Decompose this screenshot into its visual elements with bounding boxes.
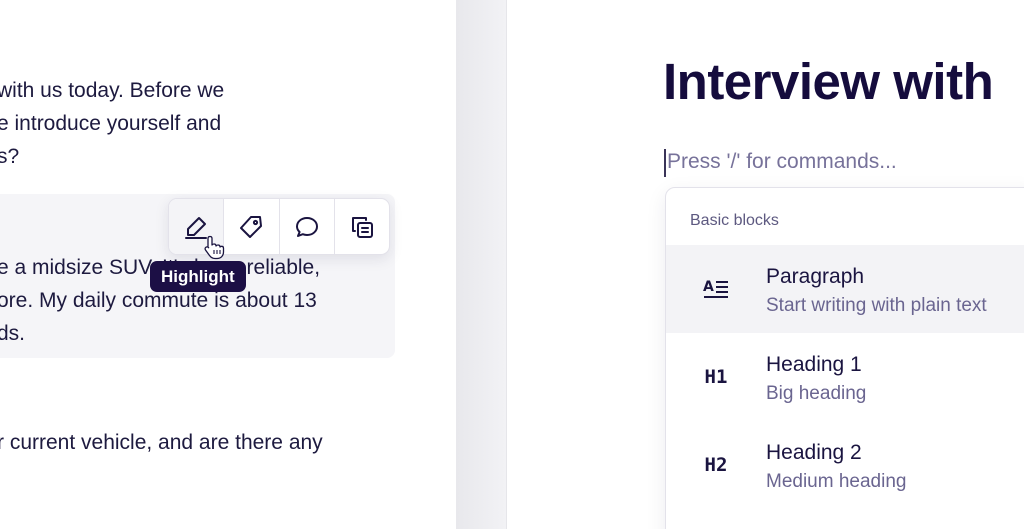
text-line: with us today. Before we [0,79,225,102]
comment-button[interactable] [280,199,335,254]
tag-button[interactable] [224,199,280,254]
menu-item-description: Big heading [766,383,867,404]
next-question-paragraph: r current vehicle, and are there any [0,426,323,459]
text-line: r current vehicle, and are there any [0,431,323,454]
menu-item-title: Paragraph [766,265,865,288]
menu-item-description: Medium heading [766,471,907,492]
heading-1-icon: H1 [704,366,728,388]
menu-item-title: Heading 1 [766,353,862,376]
menu-item-description: Start writing with plain text [766,295,987,316]
document-title[interactable]: Interview with [663,52,994,111]
editor-input-placeholder[interactable]: Press '/' for commands... [667,150,897,174]
paragraph-icon: A [702,276,730,302]
text-line: s? [0,145,20,168]
tag-icon [240,215,263,238]
text-line: e introduce yourself and [0,112,222,135]
block-insert-menu: Basic blocks A Paragraph Start writing w… [665,187,1024,529]
selection-toolbar [168,198,390,255]
panel-divider [456,0,506,529]
text-caret [664,149,666,177]
menu-item-heading-1[interactable]: H1 Heading 1 Big heading [666,333,1024,421]
comment-bubble-icon [295,216,318,237]
hand-pointer-cursor-icon [204,235,225,260]
menu-item-heading-2[interactable]: H2 Heading 2 Medium heading [666,421,1024,509]
heading-2-icon: H2 [704,454,728,476]
editor-panel: Interview with Press '/' for commands...… [506,0,1024,529]
menu-item-title: Heading 2 [766,441,862,464]
copy-to-note-icon [351,216,373,238]
menu-item-paragraph[interactable]: A Paragraph Start writing with plain tex… [666,245,1024,333]
highlight-tooltip: Highlight [150,261,246,292]
text-line[interactable]: ds. [0,317,320,350]
question-paragraph: with us today. Before we e introduce you… [0,74,224,173]
transcript-panel: with us today. Before we e introduce you… [0,0,456,529]
svg-text:A: A [703,279,714,295]
menu-section-label: Basic blocks [690,212,779,229]
copy-to-note-button[interactable] [335,199,389,254]
